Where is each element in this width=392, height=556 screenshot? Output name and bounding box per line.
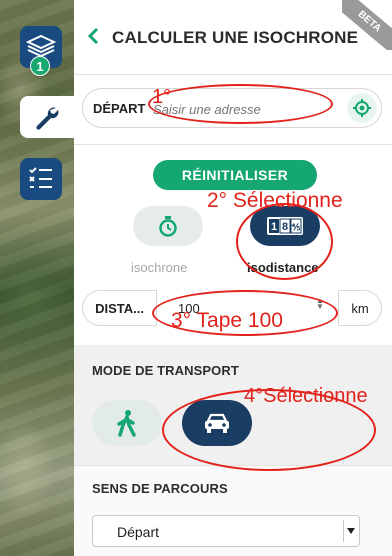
legend-list-icon [29,167,52,188]
chevron-left-icon [87,27,99,45]
transport-title: MODE DE TRANSPORT [92,363,239,378]
isochrone-mode-button[interactable] [133,206,203,246]
pedestrian-icon [117,410,136,437]
back-button[interactable] [82,24,106,48]
annotation-ellipse-car [162,389,376,471]
beta-corner: BETA [342,0,392,50]
dropdown-arrow-icon [343,520,357,542]
wrench-icon [36,107,59,130]
stopwatch-icon [159,216,177,237]
isochrone-label: isochrone [131,260,188,275]
divider [74,144,392,145]
annotation-step3: 3° Tape 100 [171,309,283,332]
tools-button[interactable] [20,96,74,138]
locate-button[interactable] [347,93,377,123]
annotation-step1: 1° [152,86,172,108]
depart-label: DÉPART [93,101,146,116]
direction-selected-value: Départ [117,524,160,540]
distance-type-selector[interactable]: DISTA... [82,290,157,326]
direction-select[interactable]: Départ [92,515,360,547]
walk-mode-button[interactable] [92,400,162,446]
legend-button[interactable] [20,158,62,200]
unit-label: km [338,290,382,326]
map-background[interactable] [0,0,74,556]
reset-button[interactable]: RÉINITIALISER [153,160,317,190]
crosshair-icon [353,99,371,117]
map-texture [0,0,74,556]
divider [74,74,392,75]
annotation-ellipse-address [148,84,333,124]
layers-count-badge: 1 [30,56,50,76]
beta-badge: BETA [342,0,392,50]
panel-header: CALCULER UNE ISOCHRONE BETA [74,0,392,74]
page-title: CALCULER UNE ISOCHRONE [112,28,359,47]
direction-title: SENS DE PARCOURS [92,481,228,496]
annotation-ellipse-isodistance [236,203,333,280]
